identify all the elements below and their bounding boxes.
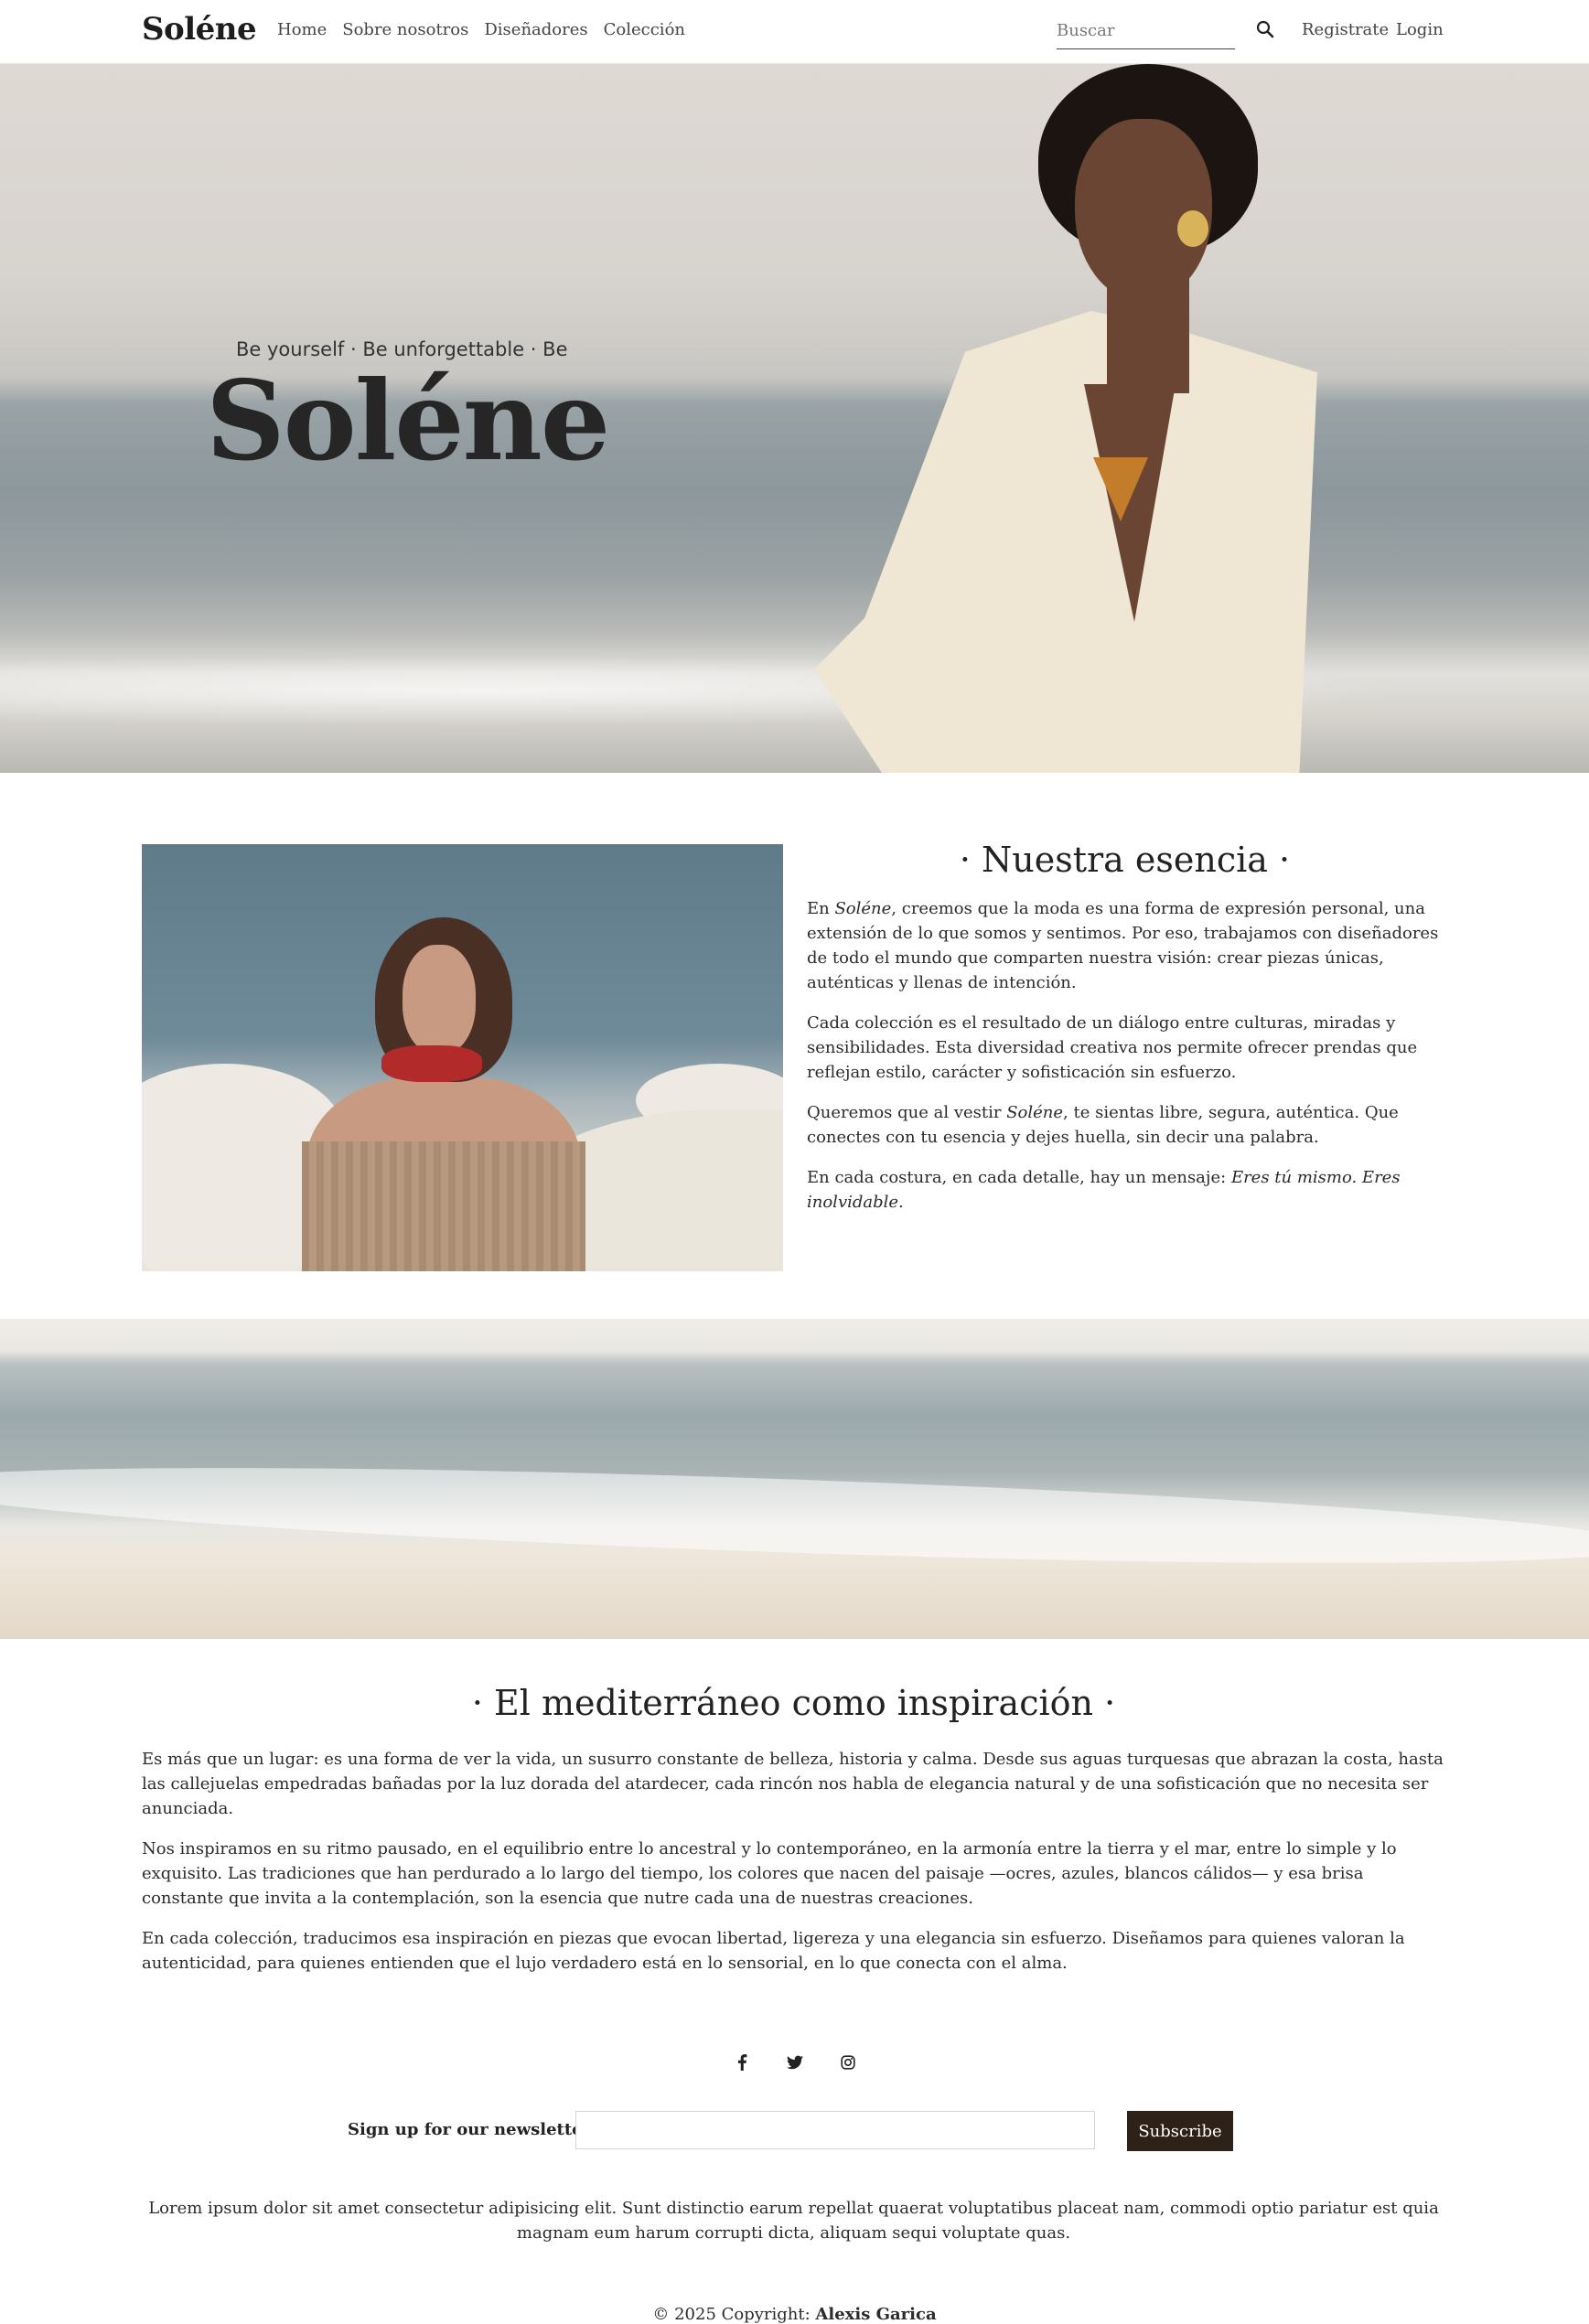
register-link[interactable]: Registrate [1302,20,1389,39]
about-paragraph: Cada colección es el resultado de un diá… [807,1013,1418,1082]
about-title: · Nuestra esencia · [959,840,1291,880]
search-input[interactable] [1057,13,1235,48]
brand-logo[interactable]: Soléne [142,11,257,48]
login-link[interactable]: Login [1396,20,1444,39]
about-paragraph: En Soléne, creemos que la moda es una fo… [807,899,1439,992]
navbar: Soléne Home Sobre nosotros Diseñadores C… [0,0,1589,64]
search-box [1057,13,1235,49]
nav-link-about[interactable]: Sobre nosotros [342,20,468,39]
nav-link-collection[interactable]: Colección [604,20,685,39]
instagram-icon[interactable] [839,2051,857,2073]
about-image [142,844,783,1271]
nav-link-home[interactable]: Home [277,20,327,39]
about-section: · Nuestra esencia · En Soléne, creemos q… [807,840,1443,1230]
copyright: © 2025 Copyright: Alexis Garica [652,2305,937,2324]
inspiration-paragraph: En cada colección, traducimos esa inspir… [142,1929,1405,1973]
nav-link-designers[interactable]: Diseñadores [484,20,587,39]
about-paragraph: En cada costura, en cada detalle, hay un… [807,1168,1401,1212]
social-links [0,2051,1589,2073]
hero-model-coat [814,311,1317,773]
inspiration-title: · El mediterráneo como inspiración · [471,1683,1116,1723]
search-icon[interactable] [1256,20,1274,38]
subscribe-button[interactable]: Subscribe [1127,2111,1233,2151]
sea-banner [0,1319,1589,1639]
main-menu: Home Sobre nosotros Diseñadores Colecció… [277,20,685,39]
footer-description: Lorem ipsum dolor sit amet consectetur a… [148,2199,1439,2243]
hero-model-earring [1177,210,1208,247]
twitter-icon[interactable] [786,2051,804,2073]
inspiration-section: · El mediterráneo como inspiración · Es … [142,1683,1445,1991]
model-face [403,945,476,1055]
hero-title: Soléne [206,357,610,486]
newsletter-label: Sign up for our newsletter [348,2120,592,2139]
about-paragraph: Queremos que al vestir Soléne, te sienta… [807,1103,1399,1147]
hero-banner: Be yourself · Be unforgettable · Be Solé… [0,64,1589,773]
sea-foam [0,1448,1589,1583]
newsletter-email-input[interactable] [575,2111,1095,2149]
copyright-author-link[interactable]: Alexis Garica [815,2305,936,2324]
facebook-icon[interactable] [733,2051,751,2073]
model-red-scarf [381,1045,482,1082]
hero-wave-foam [0,649,1589,732]
model-dress [302,1141,585,1271]
inspiration-paragraph: Es más que un lugar: es una forma de ver… [142,1750,1444,1818]
inspiration-paragraph: Nos inspiramos en su ritmo pausado, en e… [142,1839,1397,1908]
